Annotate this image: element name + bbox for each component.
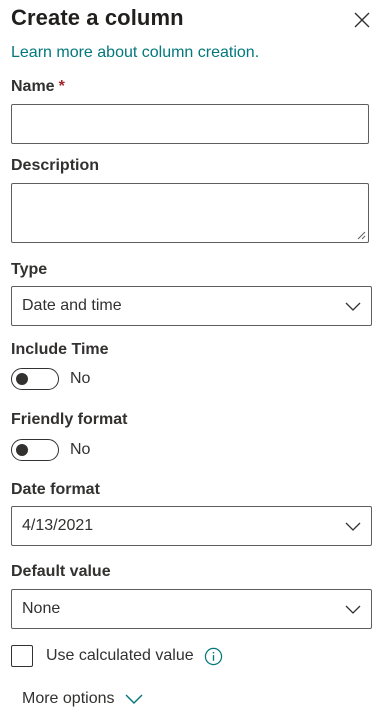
more-options-label: More options bbox=[22, 690, 115, 707]
calculated-value-label: Use calculated value bbox=[46, 647, 194, 664]
close-icon bbox=[354, 12, 370, 28]
include-time-state: No bbox=[70, 370, 91, 387]
chevron-down-icon bbox=[125, 694, 142, 704]
date-format-dropdown[interactable]: 4/13/2021 bbox=[11, 506, 372, 546]
name-label-text: Name bbox=[11, 78, 55, 95]
required-marker: * bbox=[58, 78, 65, 95]
type-label: Type bbox=[11, 261, 48, 278]
info-icon[interactable] bbox=[204, 647, 223, 666]
chevron-down-icon bbox=[345, 605, 361, 614]
default-value-dropdown[interactable]: None bbox=[11, 589, 372, 629]
calculated-value-checkbox[interactable] bbox=[11, 645, 33, 667]
friendly-format-state: No bbox=[70, 441, 91, 458]
include-time-label: Include Time bbox=[11, 341, 109, 358]
toggle-knob bbox=[16, 444, 28, 456]
name-input[interactable] bbox=[12, 105, 368, 143]
description-input-wrapper bbox=[11, 183, 369, 243]
default-value-label: Default value bbox=[11, 563, 111, 580]
description-input[interactable] bbox=[12, 184, 368, 242]
description-label: Description bbox=[11, 157, 100, 174]
create-column-panel: Create a column Learn more about column … bbox=[0, 0, 382, 720]
calculated-value-row: Use calculated value bbox=[11, 644, 223, 668]
default-value-dropdown-value: None bbox=[22, 600, 61, 617]
include-time-toggle-row: No bbox=[11, 367, 90, 391]
date-format-dropdown-value: 4/13/2021 bbox=[22, 517, 94, 534]
chevron-down-icon bbox=[345, 522, 361, 531]
type-dropdown[interactable]: Date and time bbox=[11, 286, 372, 326]
learn-more-link[interactable]: Learn more about column creation. bbox=[11, 44, 259, 62]
panel-title: Create a column bbox=[11, 5, 184, 30]
friendly-format-toggle[interactable] bbox=[11, 439, 59, 461]
toggle-knob bbox=[16, 373, 28, 385]
more-options-button[interactable]: More options bbox=[22, 690, 143, 708]
type-dropdown-value: Date and time bbox=[22, 297, 122, 314]
name-input-wrapper bbox=[11, 104, 369, 144]
include-time-toggle[interactable] bbox=[11, 368, 59, 390]
close-button[interactable] bbox=[352, 10, 372, 30]
friendly-format-label: Friendly format bbox=[11, 411, 128, 428]
chevron-down-icon bbox=[345, 302, 361, 311]
resize-grip-icon[interactable] bbox=[356, 230, 366, 240]
friendly-format-toggle-row: No bbox=[11, 438, 90, 462]
date-format-label: Date format bbox=[11, 481, 100, 498]
name-label: Name * bbox=[11, 78, 65, 96]
